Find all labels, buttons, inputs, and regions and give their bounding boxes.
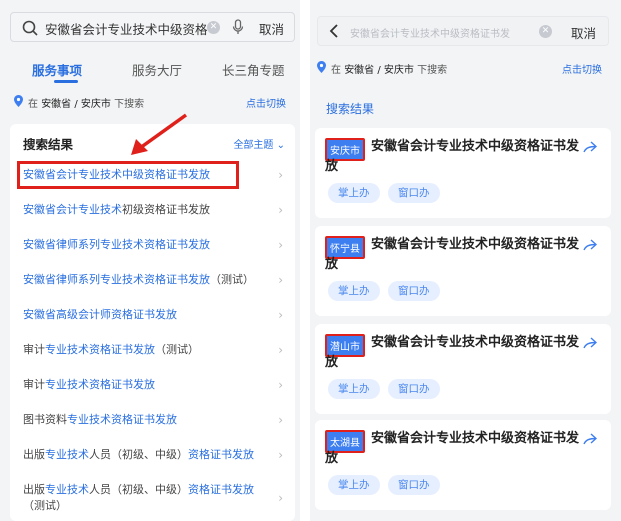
- pill-window-handling[interactable]: 窗口办: [388, 281, 440, 301]
- tab-yangtze-delta[interactable]: 长三角专题: [222, 60, 285, 79]
- pill-mobile-handling[interactable]: 掌上办: [328, 281, 380, 301]
- chevron-right-icon: ›: [278, 448, 283, 462]
- chevron-right-icon: ›: [278, 168, 283, 182]
- result-title: 安徽省会计专业技术中级资格证书发放: [325, 237, 580, 272]
- location-pin-icon: [14, 95, 23, 110]
- chevron-right-icon: ›: [278, 378, 283, 392]
- search-bar[interactable]: 安徽省会计专业技术中级资格 ✕ 取消: [10, 12, 295, 42]
- location-row: 在 安徽省 / 安庆市 下搜索 点击切换: [14, 92, 286, 112]
- red-arrow-annotation: [131, 113, 188, 155]
- search-input[interactable]: 安徽省会计专业技术中级资格证书发: [350, 25, 510, 40]
- result-card[interactable]: 安庆市 安徽省会计专业技术中级资格证书发放 掌上办 窗口办: [315, 128, 611, 218]
- share-icon[interactable]: [583, 236, 598, 255]
- chevron-right-icon: ›: [278, 273, 283, 287]
- chevron-right-icon: ›: [278, 343, 283, 357]
- results-header: 搜索结果: [23, 137, 74, 152]
- pill-mobile-handling[interactable]: 掌上办: [328, 379, 380, 399]
- pill-window-handling[interactable]: 窗口办: [388, 183, 440, 203]
- tab-service-items[interactable]: 服务事项: [32, 60, 82, 79]
- search-input[interactable]: 安徽省会计专业技术中级资格: [45, 19, 208, 38]
- tab-service-hall[interactable]: 服务大厅: [132, 60, 182, 79]
- all-topics-dropdown[interactable]: 全部主题 ⌄: [233, 136, 285, 151]
- result-card[interactable]: 怀宁县 安徽省会计专业技术中级资格证书发放 掌上办 窗口办: [315, 226, 611, 316]
- highlight-box-annotation: [17, 161, 239, 189]
- list-item[interactable]: 审计专业技术资格证书发放（测试） ›: [23, 342, 283, 358]
- tab-bar: 服务事项 服务大厅 长三角专题: [0, 54, 300, 84]
- result-card[interactable]: 潜山市 安徽省会计专业技术中级资格证书发放 掌上办 窗口办: [315, 324, 611, 414]
- chevron-right-icon: ›: [278, 308, 283, 322]
- list-item[interactable]: 审计专业技术资格证书发放 ›: [23, 377, 283, 393]
- list-item[interactable]: 出版专业技术人员（初级、中级）资格证书发放 （测试） ›: [23, 482, 283, 514]
- list-item[interactable]: 安徽省律师系列专业技术资格证书发放（测试） ›: [23, 272, 283, 288]
- results-card: 搜索结果 全部主题 ⌄ 安徽省会计专业技术中级资格证书发放 › 安徽省会计专业技术…: [10, 124, 295, 521]
- mic-icon[interactable]: [232, 19, 244, 39]
- chevron-right-icon: ›: [278, 413, 283, 427]
- cancel-button[interactable]: 取消: [571, 23, 596, 42]
- pill-window-handling[interactable]: 窗口办: [388, 379, 440, 399]
- list-item[interactable]: 出版专业技术人员（初级、中级）资格证书发放 ›: [23, 447, 283, 463]
- clear-icon[interactable]: ✕: [539, 25, 552, 38]
- chevron-down-icon: ⌄: [273, 140, 285, 151]
- search-icon: [22, 20, 38, 40]
- result-card[interactable]: 太湖县 安徽省会计专业技术中级资格证书发放 掌上办 窗口办: [315, 420, 611, 510]
- switch-location-link[interactable]: 点击切换: [562, 61, 602, 76]
- back-icon[interactable]: [328, 23, 340, 43]
- result-title: 安徽省会计专业技术中级资格证书发放: [325, 139, 580, 174]
- clear-icon[interactable]: ✕: [207, 21, 220, 34]
- chevron-right-icon: ›: [278, 203, 283, 217]
- list-item[interactable]: 安徽省律师系列专业技术资格证书发放 ›: [23, 237, 283, 253]
- results-title: 搜索结果: [326, 102, 375, 116]
- list-item[interactable]: 安徽省高级会计师资格证书发放 ›: [23, 307, 283, 323]
- list-item[interactable]: 图书资料专业技术资格证书发放 ›: [23, 412, 283, 428]
- switch-location-link[interactable]: 点击切换: [246, 95, 286, 110]
- location-row: 在 安徽省 / 安庆市 下搜索 点击切换: [317, 58, 602, 78]
- result-title: 安徽省会计专业技术中级资格证书发放: [325, 335, 580, 370]
- left-screen: 安徽省会计专业技术中级资格 ✕ 取消 服务事项 服务大厅 长三角专题 在 安徽省…: [0, 0, 300, 521]
- list-item[interactable]: 安徽省会计专业技术初级资格证书发放 ›: [23, 202, 283, 218]
- right-screen: 安徽省会计专业技术中级资格证书发 ✕ 取消 在 安徽省 / 安庆市 下搜索 点击…: [310, 0, 621, 521]
- pill-mobile-handling[interactable]: 掌上办: [328, 475, 380, 495]
- location-pin-icon: [317, 61, 326, 76]
- share-icon[interactable]: [583, 334, 598, 353]
- share-icon[interactable]: [583, 430, 598, 449]
- location-text: 在 安徽省 / 安庆市 下搜索: [331, 65, 448, 76]
- pill-mobile-handling[interactable]: 掌上办: [328, 183, 380, 203]
- location-text: 在 安徽省 / 安庆市 下搜索: [28, 99, 145, 110]
- pill-window-handling[interactable]: 窗口办: [388, 475, 440, 495]
- chevron-right-icon: ›: [278, 491, 283, 505]
- search-bar[interactable]: 安徽省会计专业技术中级资格证书发 ✕ 取消: [317, 16, 609, 46]
- share-icon[interactable]: [583, 138, 598, 157]
- result-title: 安徽省会计专业技术中级资格证书发放: [325, 431, 580, 466]
- cancel-button[interactable]: 取消: [259, 19, 284, 38]
- active-tab-indicator: [54, 80, 78, 83]
- chevron-right-icon: ›: [278, 238, 283, 252]
